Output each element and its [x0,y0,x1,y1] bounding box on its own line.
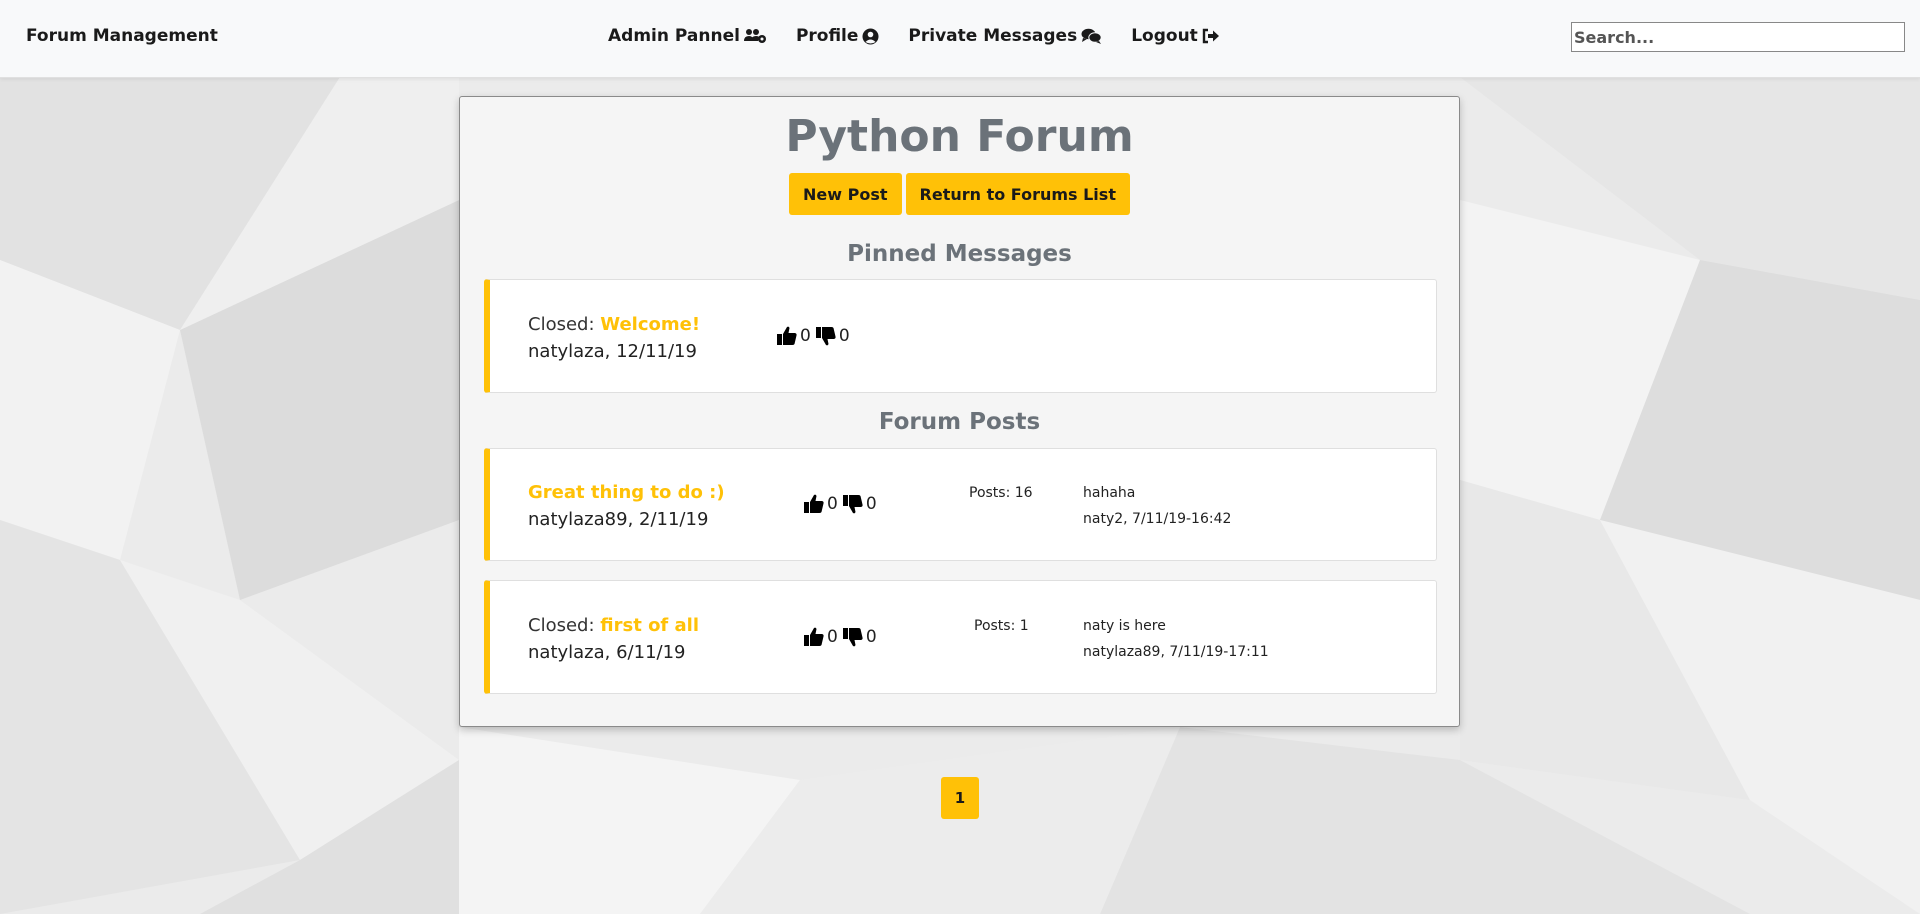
thumbs-up-icon[interactable] [803,626,825,648]
vote-group: 0 0 [803,626,881,648]
last-message: hahaha [1083,485,1136,501]
comments-icon [1081,28,1102,44]
navbar: Forum Management Admin Pannel Profile Pr… [0,0,1920,78]
thumbs-down-icon[interactable] [815,325,837,347]
nav-logout-label: Logout [1131,26,1198,46]
forum-post-row[interactable]: Great thing to do :) natylaza89, 2/11/19… [484,448,1437,561]
nav-links: Admin Pannel Profile Private Messages Lo… [608,26,1249,46]
dislikes-count: 0 [838,326,850,346]
new-post-button[interactable]: New Post [789,173,902,215]
post-title-line: Great thing to do :) [528,482,725,503]
dislikes-count: 0 [865,494,877,514]
last-message-by: natylaza89, 7/11/19-17:11 [1083,644,1269,660]
likes-count: 0 [800,326,811,346]
vote-group: 0 0 [776,325,854,347]
thumbs-up-icon[interactable] [776,325,798,347]
post-status: Closed: [528,615,595,636]
brand-link[interactable]: Forum Management [26,26,218,46]
nav-private-messages[interactable]: Private Messages [908,26,1102,46]
pinned-post-title-line: Closed: Welcome! [528,314,700,335]
post-status: Closed: [528,314,595,335]
post-author-date: natylaza, 12/11/19 [528,341,697,362]
likes-count: 0 [827,627,838,647]
user-circle-icon [862,28,879,44]
post-author-date: natylaza, 6/11/19 [528,642,686,663]
post-title-link[interactable]: Welcome! [600,314,700,335]
thumbs-down-icon[interactable] [842,493,864,515]
users-cog-icon [743,29,766,43]
nav-profile[interactable]: Profile [796,26,879,46]
pinned-post[interactable]: Closed: Welcome! natylaza, 12/11/19 0 0 [484,279,1437,393]
posts-count: Posts: 1 [974,618,1029,634]
thumbs-down-icon[interactable] [842,626,864,648]
nav-private-messages-label: Private Messages [908,26,1078,46]
action-buttons: New Post Return to Forums List [460,173,1459,215]
forum-post-row[interactable]: Closed: first of all natylaza, 6/11/19 0… [484,580,1437,694]
dislikes-count: 0 [865,627,877,647]
return-to-forums-button[interactable]: Return to Forums List [905,173,1130,215]
pagination-page-1[interactable]: 1 [941,777,979,819]
forum-posts-heading: Forum Posts [878,409,1041,435]
page-title: Python Forum [785,111,1134,162]
likes-count: 0 [827,494,838,514]
sign-out-icon [1202,28,1219,44]
search-input[interactable] [1571,22,1905,52]
last-message-by: naty2, 7/11/19-16:42 [1083,511,1232,527]
pinned-heading: Pinned Messages [847,241,1072,267]
nav-logout[interactable]: Logout [1131,26,1220,46]
posts-count: Posts: 16 [969,485,1033,501]
vote-group: 0 0 [803,493,881,515]
nav-profile-label: Profile [795,26,859,46]
last-message: naty is here [1083,618,1166,634]
post-title-link[interactable]: Great thing to do :) [528,482,725,503]
nav-admin-panel-label: Admin Pannel [608,26,740,46]
thumbs-up-icon[interactable] [803,493,825,515]
nav-admin-panel[interactable]: Admin Pannel [608,26,767,46]
post-title-line: Closed: first of all [528,615,699,636]
post-author-date: natylaza89, 2/11/19 [528,509,709,530]
post-title-link[interactable]: first of all [600,615,699,636]
forum-card: Python Forum New Post Return to Forums L… [459,96,1460,727]
